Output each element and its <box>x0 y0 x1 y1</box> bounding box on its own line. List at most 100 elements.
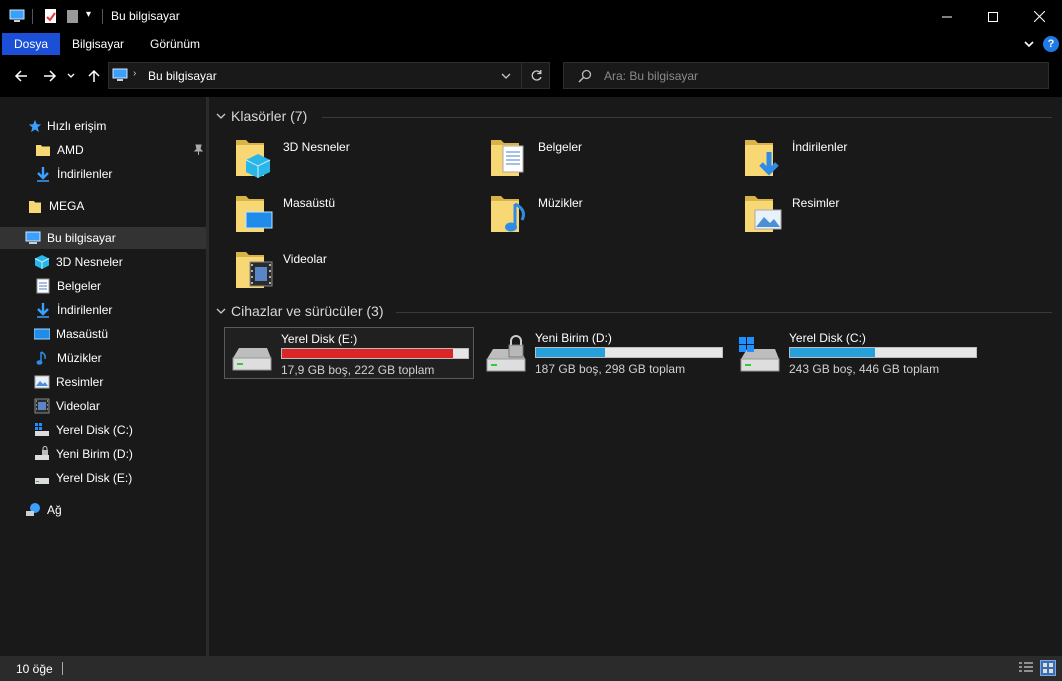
folder-downloads[interactable]: İndirilenler <box>735 132 985 182</box>
arrow-right-icon <box>44 70 57 82</box>
properties-icon[interactable] <box>43 8 59 24</box>
sidebar-item-downloads[interactable]: İndirilenler <box>0 299 206 321</box>
folder-label: Masaüstü <box>283 196 336 210</box>
sidebar-item-drive-e[interactable]: Yerel Disk (E:) <box>0 467 206 489</box>
search-box[interactable]: Ara: Bu bilgisayar <box>563 62 1049 89</box>
sidebar-item-network[interactable]: Ağ <box>0 499 206 521</box>
sidebar-item-amd[interactable]: AMD <box>0 139 206 161</box>
drive-tile-e[interactable]: Yerel Disk (E:) 17,9 GB boş, 222 GB topl… <box>224 327 474 379</box>
sidebar-item-mega[interactable]: MEGA <box>0 195 206 217</box>
group-divider <box>322 117 1052 118</box>
drive-usage-fill <box>790 348 875 357</box>
sidebar-item-drive-d[interactable]: Yeni Birim (D:) <box>0 443 206 465</box>
address-bar[interactable]: › Bu bilgisayar <box>108 62 550 89</box>
sidebar-item-desktop[interactable]: Masaüstü <box>0 323 206 345</box>
sidebar-item-label: Videolar <box>56 399 100 413</box>
tab-dosya[interactable]: Dosya <box>2 33 61 55</box>
sidebar-item-downloads-quick[interactable]: İndirilenler <box>0 163 206 185</box>
drive-name: Yerel Disk (E:) <box>281 332 358 346</box>
drive-icon <box>232 348 272 371</box>
tab-bilgisayar[interactable]: Bilgisayar <box>60 33 136 55</box>
ribbon-tabs: Dosya Bilgisayar Görünüm ? <box>0 33 1062 55</box>
tab-gorunum[interactable]: Görünüm <box>138 33 212 55</box>
sidebar-item-label: Masaüstü <box>56 327 109 341</box>
sidebar-item-this-pc[interactable]: Bu bilgisayar <box>0 227 206 249</box>
sidebar-item-music[interactable]: Müzikler <box>0 347 206 369</box>
sidebar-item-label: 3D Nesneler <box>56 255 123 269</box>
star-icon <box>28 119 42 133</box>
pane-splitter[interactable] <box>206 97 209 656</box>
network-icon <box>26 503 40 516</box>
folder-desktop[interactable]: Masaüstü <box>226 188 476 238</box>
drive-space-info: 187 GB boş, 298 GB toplam <box>535 362 686 376</box>
new-folder-icon[interactable] <box>65 8 81 24</box>
sidebar-item-label: İndirilenler <box>57 303 113 317</box>
minimize-button[interactable] <box>924 0 970 33</box>
sidebar-item-label: Müzikler <box>57 351 102 365</box>
drive-name: Yeni Birim (D:) <box>535 331 612 345</box>
folder-label: Resimler <box>792 196 840 210</box>
sidebar-item-label: Bu bilgisayar <box>47 231 116 245</box>
close-button[interactable] <box>1016 0 1062 33</box>
picture-icon <box>34 375 50 389</box>
sidebar-item-3d-objects[interactable]: 3D Nesneler <box>0 251 206 273</box>
help-icon[interactable]: ? <box>1043 36 1059 52</box>
desktop-icon <box>34 328 50 340</box>
computer-icon <box>9 9 25 22</box>
sidebar-item-pictures[interactable]: Resimler <box>0 371 206 393</box>
search-input[interactable]: Ara: Bu bilgisayar <box>604 69 698 83</box>
folders-group-title: Klasörler (7) <box>231 108 308 124</box>
refresh-icon[interactable] <box>530 69 543 82</box>
up-button[interactable] <box>84 66 104 86</box>
folder-music[interactable]: Müzikler <box>481 188 731 238</box>
address-dropdown-icon[interactable] <box>501 73 511 80</box>
music-note-icon <box>36 351 46 365</box>
folders-group-header[interactable]: Klasörler (7) <box>216 108 307 124</box>
window-title: Bu bilgisayar <box>111 9 180 23</box>
sidebar-item-label: Yeni Birim (D:) <box>56 447 133 461</box>
sidebar-item-drive-c[interactable]: Yerel Disk (C:) <box>0 419 206 441</box>
maximize-button[interactable] <box>970 0 1016 33</box>
sidebar-item-quick-access[interactable]: Hızlı erişim <box>0 115 206 137</box>
drive-usage-bar <box>281 348 469 359</box>
forward-button[interactable] <box>40 66 60 86</box>
sidebar-item-label: Ağ <box>47 503 62 517</box>
sidebar-item-documents[interactable]: Belgeler <box>0 275 206 297</box>
windows-drive-icon <box>35 423 49 436</box>
drive-tile-c[interactable]: Yerel Disk (C:) 243 GB boş, 446 GB topla… <box>733 327 983 379</box>
minimize-icon <box>942 16 952 17</box>
breadcrumb-location[interactable]: Bu bilgisayar <box>148 69 217 83</box>
expand-ribbon-icon[interactable] <box>1023 39 1035 49</box>
folder-videos[interactable]: Videolar <box>226 244 476 294</box>
downloads-folder-icon <box>745 140 779 176</box>
drive-icon <box>35 478 49 484</box>
cube-folder-icon <box>236 140 271 178</box>
customize-quick-access-icon[interactable]: ▾ <box>86 9 91 20</box>
details-view-icon[interactable] <box>1018 661 1034 675</box>
breadcrumb-separator-icon[interactable]: › <box>133 68 136 79</box>
folder-label: 3D Nesneler <box>283 140 350 154</box>
folder-3d-objects[interactable]: 3D Nesneler <box>226 132 476 182</box>
drives-group-header[interactable]: Cihazlar ve sürücüler (3) <box>216 303 384 319</box>
folder-label: Müzikler <box>538 196 583 210</box>
windows-drive-icon <box>739 337 780 372</box>
music-folder-icon <box>491 196 525 232</box>
drive-tile-d[interactable]: Yeni Birim (D:) 187 GB boş, 298 GB topla… <box>479 327 729 379</box>
pin-icon[interactable] <box>193 144 204 156</box>
sidebar-item-label: Yerel Disk (C:) <box>56 423 133 437</box>
separator <box>521 63 522 88</box>
locked-drive-icon <box>35 446 49 460</box>
pictures-folder-icon <box>745 196 782 232</box>
folder-icon <box>29 201 41 213</box>
chevron-down-icon <box>67 73 75 78</box>
folder-documents[interactable]: Belgeler <box>481 132 731 182</box>
sidebar-item-videos[interactable]: Videolar <box>0 395 206 417</box>
folder-pictures[interactable]: Resimler <box>735 188 985 238</box>
chevron-down-icon <box>216 308 226 314</box>
large-icons-view-icon[interactable] <box>1040 660 1056 676</box>
folder-label: İndirilenler <box>792 140 848 154</box>
drive-space-info: 17,9 GB boş, 222 GB toplam <box>281 363 435 377</box>
back-button[interactable] <box>11 66 31 86</box>
recent-locations-button[interactable] <box>64 66 78 86</box>
close-icon <box>1033 11 1045 22</box>
